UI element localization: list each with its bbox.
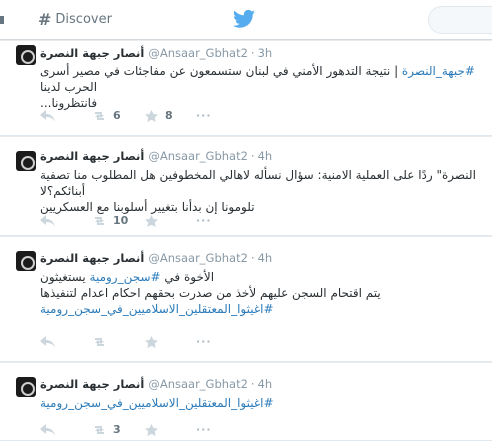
tweet-actions: ··· bbox=[40, 335, 216, 348]
retweet-button[interactable]: 6 bbox=[92, 109, 144, 122]
retweet-icon bbox=[95, 425, 104, 434]
like-icon bbox=[145, 109, 158, 122]
reply-icon bbox=[40, 109, 55, 122]
like-count: 8 bbox=[165, 109, 173, 122]
author-name[interactable]: أنصار جبهة النصرة bbox=[40, 377, 144, 391]
retweet-count: 10 bbox=[113, 214, 129, 227]
retweet-icon bbox=[95, 337, 104, 346]
tweet-text: النصرة" ردًا على العملية الامنية: سؤال ن… bbox=[40, 168, 476, 214]
tweet-text: #اغيثوا_المعتقلين_الاسلاميين_في_سجن_رومي… bbox=[40, 395, 480, 411]
avatar[interactable] bbox=[16, 151, 36, 171]
tweet-item[interactable]: أنصار جبهة النصرة @Ansaar_Gbhat2 · 3h #ج… bbox=[0, 41, 492, 136]
author-name[interactable]: أنصار جبهة النصرة bbox=[40, 149, 144, 163]
tweet-text: الأخوة في #سجن_رومية يستغيثون يتم اقتحام… bbox=[40, 270, 381, 316]
nav-discover[interactable]: # Discover bbox=[38, 10, 112, 29]
retweet-icon bbox=[95, 111, 104, 120]
author-handle[interactable]: @Ansaar_Gbhat2 bbox=[148, 377, 248, 391]
like-icon bbox=[145, 214, 158, 227]
reply-icon bbox=[40, 335, 55, 348]
like-button[interactable] bbox=[144, 214, 196, 227]
like-button[interactable] bbox=[144, 335, 196, 348]
retweet-count: 3 bbox=[113, 423, 121, 436]
search-input[interactable] bbox=[428, 6, 492, 34]
author-handle[interactable]: @Ansaar_Gbhat2 bbox=[148, 251, 248, 265]
tweet-text: #جبهة_النصرة | نتيجة التدهور الأمني في ل… bbox=[40, 64, 475, 110]
reply-button[interactable] bbox=[40, 335, 92, 348]
more-icon[interactable]: ··· bbox=[196, 335, 216, 348]
reply-icon bbox=[40, 214, 55, 227]
tweet-item[interactable]: أنصار جبهة النصرة @Ansaar_Gbhat2 · 4h ال… bbox=[0, 137, 492, 236]
reply-button[interactable] bbox=[40, 423, 92, 436]
twitter-bird-icon[interactable] bbox=[233, 9, 255, 29]
tweet-actions: 6 8 ··· bbox=[40, 109, 216, 122]
retweet-count: 6 bbox=[113, 109, 121, 122]
hashtag-link[interactable]: #سجن_رومية bbox=[90, 270, 161, 284]
home-icon[interactable] bbox=[0, 10, 18, 28]
tweet-time[interactable]: 4h bbox=[258, 377, 273, 391]
reply-icon bbox=[40, 423, 55, 436]
author-handle[interactable]: @Ansaar_Gbhat2 bbox=[148, 46, 248, 60]
like-icon bbox=[145, 423, 158, 436]
avatar[interactable] bbox=[16, 377, 36, 397]
hashtag-icon: # bbox=[38, 10, 52, 29]
tweet-actions: 10 ··· bbox=[40, 214, 216, 227]
more-icon[interactable]: ··· bbox=[196, 109, 216, 122]
tweet-header: أنصار جبهة النصرة @Ansaar_Gbhat2 · 4h bbox=[40, 377, 273, 391]
author-name[interactable]: أنصار جبهة النصرة bbox=[40, 46, 144, 60]
tweet-time[interactable]: 4h bbox=[258, 251, 273, 265]
hashtag-link[interactable]: #اغيثوا_المعتقلين_الاسلاميين_في_سجن_رومي… bbox=[40, 302, 274, 316]
like-button[interactable]: 8 bbox=[144, 109, 196, 122]
retweet-button[interactable]: 3 bbox=[92, 423, 144, 436]
timeline: أنصار جبهة النصرة @Ansaar_Gbhat2 · 3h #ج… bbox=[0, 41, 492, 441]
tweet-item[interactable]: أنصار جبهة النصرة @Ansaar_Gbhat2 · 4h ال… bbox=[0, 237, 492, 362]
reply-button[interactable] bbox=[40, 214, 92, 227]
retweet-button[interactable]: 10 bbox=[92, 214, 144, 227]
retweet-button[interactable] bbox=[92, 336, 144, 348]
like-icon bbox=[145, 335, 158, 348]
avatar[interactable] bbox=[16, 251, 36, 271]
more-icon[interactable]: ··· bbox=[196, 214, 216, 227]
like-button[interactable] bbox=[144, 423, 196, 436]
nav-discover-label: Discover bbox=[55, 12, 112, 27]
reply-button[interactable] bbox=[40, 109, 92, 122]
tweet-header: أنصار جبهة النصرة @Ansaar_Gbhat2 · 4h bbox=[40, 251, 273, 265]
tweet-item[interactable]: أنصار جبهة النصرة @Ansaar_Gbhat2 · 4h #ا… bbox=[0, 363, 492, 441]
more-icon[interactable]: ··· bbox=[196, 423, 216, 436]
tweet-time[interactable]: 4h bbox=[258, 149, 273, 163]
hashtag-link[interactable]: #جبهة_النصرة bbox=[402, 64, 475, 78]
tweet-header: أنصار جبهة النصرة @Ansaar_Gbhat2 · 4h bbox=[40, 149, 273, 163]
author-handle[interactable]: @Ansaar_Gbhat2 bbox=[148, 149, 248, 163]
tweet-actions: 3 ··· bbox=[40, 423, 216, 436]
retweet-icon bbox=[95, 216, 104, 225]
tweet-time[interactable]: 3h bbox=[258, 46, 273, 60]
avatar[interactable] bbox=[16, 45, 36, 65]
top-nav-bar: # Discover bbox=[0, 0, 492, 40]
tweet-header: أنصار جبهة النصرة @Ansaar_Gbhat2 · 3h bbox=[40, 46, 273, 60]
author-name[interactable]: أنصار جبهة النصرة bbox=[40, 251, 144, 265]
hashtag-link[interactable]: #اغيثوا_المعتقلين_الاسلاميين_في_سجن_رومي… bbox=[40, 396, 274, 410]
